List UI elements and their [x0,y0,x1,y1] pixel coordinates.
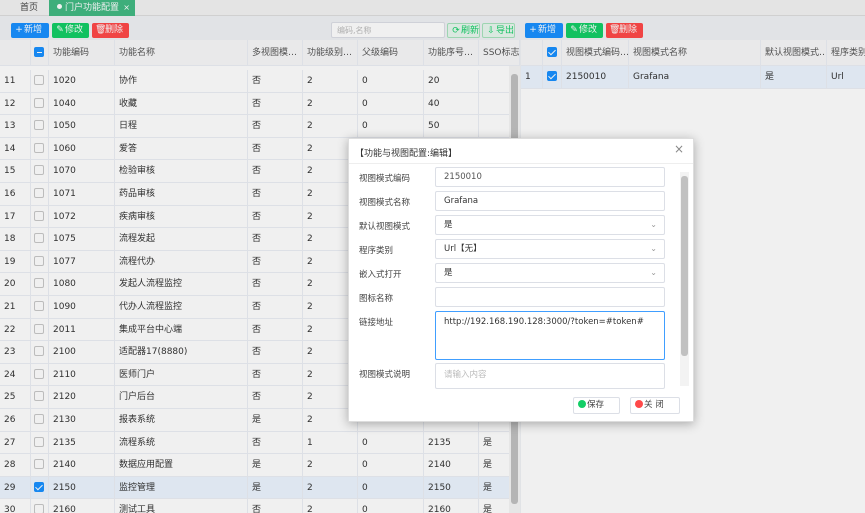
default-view-label: 默认视图模式 [359,222,411,232]
chevron-down-icon: ⌄ [650,244,657,253]
chevron-down-icon: ⌄ [650,220,657,229]
icon-name-field[interactable] [435,287,665,307]
code-field[interactable]: 2150010 [435,167,665,187]
edit-dialog: 【功能与视图配置:编辑】 × 视图模式编码 2150010 视图模式名称 Gra… [348,138,694,422]
dialog-close-icon[interactable]: × [674,142,684,156]
url-textarea[interactable]: http://192.168.190.128:3000/?token=#toke… [435,311,665,360]
dialog-title: 【功能与视图配置:编辑】 [355,149,458,159]
divider [349,163,693,164]
embed-open-label: 嵌入式打开 [359,270,402,280]
program-type-label: 程序类别 [359,246,394,256]
dialog-scrollbar[interactable] [680,172,689,386]
url-label: 链接地址 [359,318,394,328]
save-button[interactable]: 保存 [573,397,620,414]
description-label: 视图模式说明 [359,370,411,380]
icon-name-label: 图标名称 [359,294,394,304]
scrollbar-thumb[interactable] [681,176,688,356]
default-view-select[interactable]: 是 ⌄ [435,215,665,235]
check-circle-icon [578,400,586,408]
name-field[interactable]: Grafana [435,191,665,211]
code-label: 视图模式编码 [359,174,411,184]
program-type-select[interactable]: Url【无】 ⌄ [435,239,665,259]
close-circle-icon [635,400,643,408]
name-label: 视图模式名称 [359,198,411,208]
close-button[interactable]: 关 闭 [630,397,680,414]
embed-open-select[interactable]: 是 ⌄ [435,263,665,283]
description-textarea[interactable]: 请输入内容 [435,363,665,389]
chevron-down-icon: ⌄ [650,268,657,277]
